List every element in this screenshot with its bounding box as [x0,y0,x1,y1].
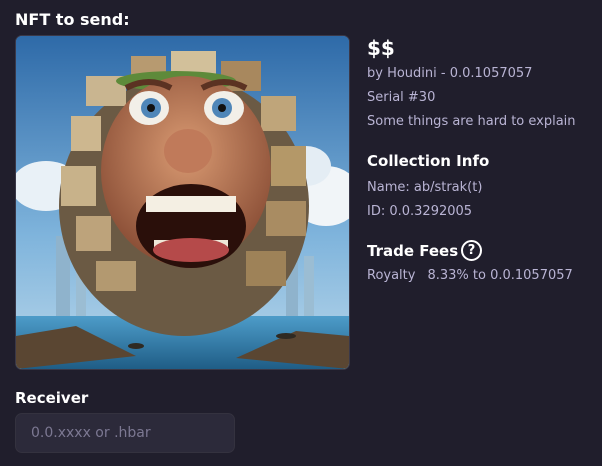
send-nft-panel: NFT to send: $$ by Houdini - 0.0.1057057… [0,0,602,466]
receiver-input[interactable] [15,413,235,453]
section-title: NFT to send: [15,10,130,29]
royalty-label: Royalty [367,268,416,283]
nft-image [15,35,350,370]
collection-id: ID: 0.0.3292005 [367,204,473,219]
collection-info-heading: Collection Info [367,152,490,170]
nft-description: Some things are hard to explain [367,114,576,129]
nft-title: $$ [367,36,395,60]
royalty-row: Royalty 8.33% to 0.0.1057057 [367,268,573,283]
question-circle-icon[interactable]: ? [461,240,482,261]
trade-fees-heading: Trade Fees [367,242,459,260]
nft-serial: Serial #30 [367,90,436,105]
royalty-value: 8.33% to 0.0.1057057 [427,268,573,283]
nft-creator: by Houdini - 0.0.1057057 [367,66,533,81]
collection-name: Name: ab/strak(t) [367,180,483,195]
receiver-label: Receiver [15,389,89,407]
